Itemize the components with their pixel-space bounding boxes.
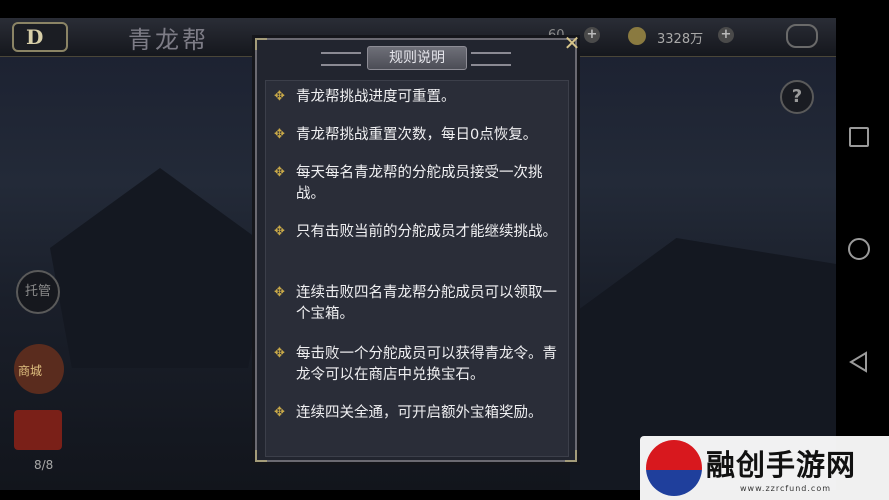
recent-square-icon[interactable]: [849, 127, 869, 147]
coin-icon: [628, 27, 646, 45]
temple-roof-left: [50, 168, 270, 368]
page-title: 青龙帮: [128, 26, 209, 54]
logo-red-half: [646, 440, 702, 470]
diamond-bullet-icon: ✥: [274, 165, 285, 180]
watermark-url: www.zzrcfund.com: [740, 484, 832, 493]
rule-text: 连续击败四名青龙帮分舵成员可以领取一个宝箱。: [296, 285, 557, 322]
title-ornament-left: [321, 52, 361, 66]
rule-text: 只有击败当前的分舵成员才能继续挑战。: [296, 224, 557, 240]
rules-list: ✥ 青龙帮挑战进度可重置。 ✥ 青龙帮挑战重置次数，每日0点恢复。 ✥ 每天每名…: [265, 80, 569, 457]
add-gold-button[interactable]: +: [718, 27, 734, 43]
diamond-bullet-icon: ✥: [274, 346, 285, 361]
add-resource-button[interactable]: +: [584, 27, 600, 43]
dialog-corner: [255, 38, 267, 50]
close-icon[interactable]: ✕: [561, 32, 583, 54]
logo-blue-half: [646, 470, 702, 496]
rule-text: 青龙帮挑战重置次数，每日0点恢复。: [296, 127, 538, 143]
rule-text: 每击败一个分舵成员可以获得青龙令。青龙令可以在商店中兑换宝石。: [296, 346, 557, 383]
diamond-bullet-icon: ✥: [274, 127, 285, 142]
title-ornament-right: [471, 52, 511, 66]
watermark: 融创手游网 www.zzrcfund.com: [640, 436, 889, 500]
auto-button[interactable]: 托管: [16, 270, 60, 314]
back-button[interactable]: D: [12, 22, 68, 52]
rule-text: 连续四关全通，可开启额外宝箱奖励。: [296, 405, 543, 421]
diamond-bullet-icon: ✥: [274, 89, 285, 104]
chest-count: 8/8: [34, 458, 54, 472]
watermark-name: 融创手游网: [706, 448, 857, 482]
status-bar: [0, 0, 889, 18]
help-button[interactable]: ?: [780, 80, 814, 114]
shop-label: 商城: [18, 364, 43, 378]
chest-button[interactable]: [14, 410, 62, 450]
watermark-logo: [646, 440, 702, 496]
rule-text: 青龙帮挑战进度可重置。: [296, 89, 456, 105]
back-icon: D: [26, 25, 44, 49]
shop-button[interactable]: 商城: [14, 344, 64, 394]
chat-icon[interactable]: [786, 24, 818, 48]
rules-dialog: 规则说明 ✥ 青龙帮挑战进度可重置。 ✥ 青龙帮挑战重置次数，每日0点恢复。 ✥…: [255, 38, 577, 462]
diamond-bullet-icon: ✥: [274, 224, 285, 239]
back-triangle-icon[interactable]: [847, 350, 871, 374]
gold-amount: 3328万: [657, 32, 704, 47]
dialog-title: 规则说明: [367, 46, 467, 70]
dialog-header: 规则说明: [321, 44, 511, 70]
rule-text: 每天每名青龙帮的分舵成员接受一次挑战。: [296, 165, 543, 202]
diamond-bullet-icon: ✥: [274, 405, 285, 420]
diamond-bullet-icon: ✥: [274, 285, 285, 300]
home-circle-icon[interactable]: [848, 238, 870, 260]
